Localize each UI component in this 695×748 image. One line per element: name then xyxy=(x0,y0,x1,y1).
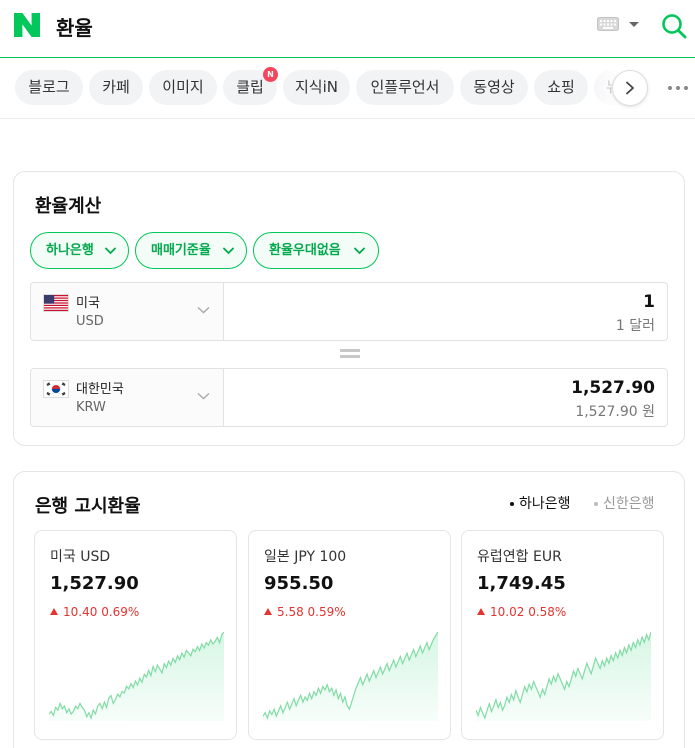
search-query[interactable]: 환율 xyxy=(56,12,93,41)
up-arrow-icon xyxy=(477,608,485,615)
tab-shopping[interactable]: 쇼핑 xyxy=(534,70,588,105)
chevron-down-icon xyxy=(354,247,365,255)
bank-option-shinhan-label: 신한은행 xyxy=(603,496,655,512)
chevron-down-icon xyxy=(197,392,210,400)
chevron-down-icon xyxy=(105,247,116,255)
rate-change: 10.40 0.69% xyxy=(50,605,139,619)
more-dots-icon[interactable] xyxy=(667,85,689,91)
rate-value: 1,749.45 xyxy=(477,573,566,594)
keyboard-dropdown-icon[interactable] xyxy=(629,22,639,27)
from-currency-select[interactable]: 미국 USD xyxy=(31,283,224,340)
unselected-dot xyxy=(594,502,598,506)
from-amount-input[interactable]: 1 xyxy=(643,292,655,312)
bank-rates-title: 은행 고시환율 xyxy=(35,496,141,517)
tab-image[interactable]: 이미지 xyxy=(149,70,217,105)
discount-filter-chip[interactable]: 환율우대없음 xyxy=(253,232,379,269)
discount-filter-label: 환율우대없음 xyxy=(269,243,341,258)
to-amount-text: 1,527.90 원 xyxy=(575,404,655,420)
to-currency-row: 대한민국 KRW 1,527.90 1,527.90 원 xyxy=(30,368,668,427)
equals-icon xyxy=(340,349,360,358)
sparkline-chart xyxy=(49,631,224,721)
tab-video[interactable]: 동영상 xyxy=(460,70,528,105)
rate-change-amount: 5.58 xyxy=(277,605,304,619)
tab-cafe[interactable]: 카페 xyxy=(89,70,143,105)
calculator-title: 환율계산 xyxy=(35,196,102,217)
to-currency-select[interactable]: 대한민국 KRW xyxy=(31,369,224,426)
rate-currency-name: 일본 JPY 100 xyxy=(264,549,347,565)
to-country-name: 대한민국 xyxy=(76,382,124,397)
new-badge: N xyxy=(263,67,278,82)
rate-currency-name: 미국 USD xyxy=(50,549,111,565)
rate-change-amount: 10.02 xyxy=(490,605,525,619)
rate-tile-jpy[interactable]: 일본 JPY 100 955.50 5.58 0.59% xyxy=(248,530,451,740)
rate-value: 1,527.90 xyxy=(50,573,139,594)
chevron-down-icon xyxy=(223,247,234,255)
search-tabs: 블로그 카페 이미지 클립 N 지식iN 인플루언서 동영상 쇼핑 뉴 xyxy=(0,59,695,119)
naver-logo[interactable] xyxy=(14,13,40,37)
rate-change: 5.58 0.59% xyxy=(264,605,346,619)
bank-filter-label: 하나은행 xyxy=(46,243,94,258)
to-amount-input[interactable]: 1,527.90 xyxy=(571,378,655,398)
tab-influencer[interactable]: 인플루언서 xyxy=(356,70,454,105)
to-currency-code: KRW xyxy=(76,400,106,415)
chevron-right-icon xyxy=(626,81,634,95)
from-amount-text: 1 달러 xyxy=(615,318,655,334)
rate-currency-name: 유럽연합 EUR xyxy=(477,549,562,565)
exchange-calculator-card: 환율계산 하나은행 매매기준율 환율우대없음 미국 USD 1 1 달러 대한민… xyxy=(13,171,685,446)
up-arrow-icon xyxy=(264,608,272,615)
sparkline-chart xyxy=(263,631,438,721)
bank-option-shinhan[interactable]: 신한은행 xyxy=(594,493,655,513)
us-flag-icon xyxy=(43,294,69,312)
kr-flag-icon xyxy=(43,380,69,398)
tab-blog[interactable]: 블로그 xyxy=(15,70,83,105)
bank-option-hana-label: 하나은행 xyxy=(519,496,571,512)
sparkline-chart xyxy=(476,631,651,721)
bank-rates-card: 은행 고시환율 하나은행 신한은행 미국 USD 1,527.90 10.40 … xyxy=(13,471,685,748)
rate-value: 955.50 xyxy=(264,573,334,594)
rate-type-filter-label: 매매기준율 xyxy=(151,243,211,258)
chevron-down-icon xyxy=(197,306,210,314)
tab-kin[interactable]: 지식iN xyxy=(283,70,350,105)
tabs-next-button[interactable] xyxy=(612,70,648,106)
from-country-name: 미국 xyxy=(76,296,100,311)
search-icon[interactable] xyxy=(660,12,688,40)
search-header: 환율 xyxy=(0,0,695,58)
rate-change-percent: 0.69% xyxy=(101,605,140,619)
rate-change-amount: 10.40 xyxy=(63,605,98,619)
rate-change-percent: 0.58% xyxy=(528,605,567,619)
up-arrow-icon xyxy=(50,608,58,615)
rate-type-filter-chip[interactable]: 매매기준율 xyxy=(135,232,247,269)
rate-change: 10.02 0.58% xyxy=(477,605,566,619)
from-currency-row: 미국 USD 1 1 달러 xyxy=(30,282,668,341)
bank-filter-chip[interactable]: 하나은행 xyxy=(30,232,129,269)
from-currency-code: USD xyxy=(76,314,104,329)
rate-tile-usd[interactable]: 미국 USD 1,527.90 10.40 0.69% xyxy=(34,530,237,740)
rate-change-percent: 0.59% xyxy=(307,605,346,619)
rate-tile-eur[interactable]: 유럽연합 EUR 1,749.45 10.02 0.58% xyxy=(461,530,664,740)
keyboard-icon[interactable] xyxy=(597,17,619,31)
selected-dot xyxy=(510,502,514,506)
bank-option-hana[interactable]: 하나은행 xyxy=(510,493,571,513)
